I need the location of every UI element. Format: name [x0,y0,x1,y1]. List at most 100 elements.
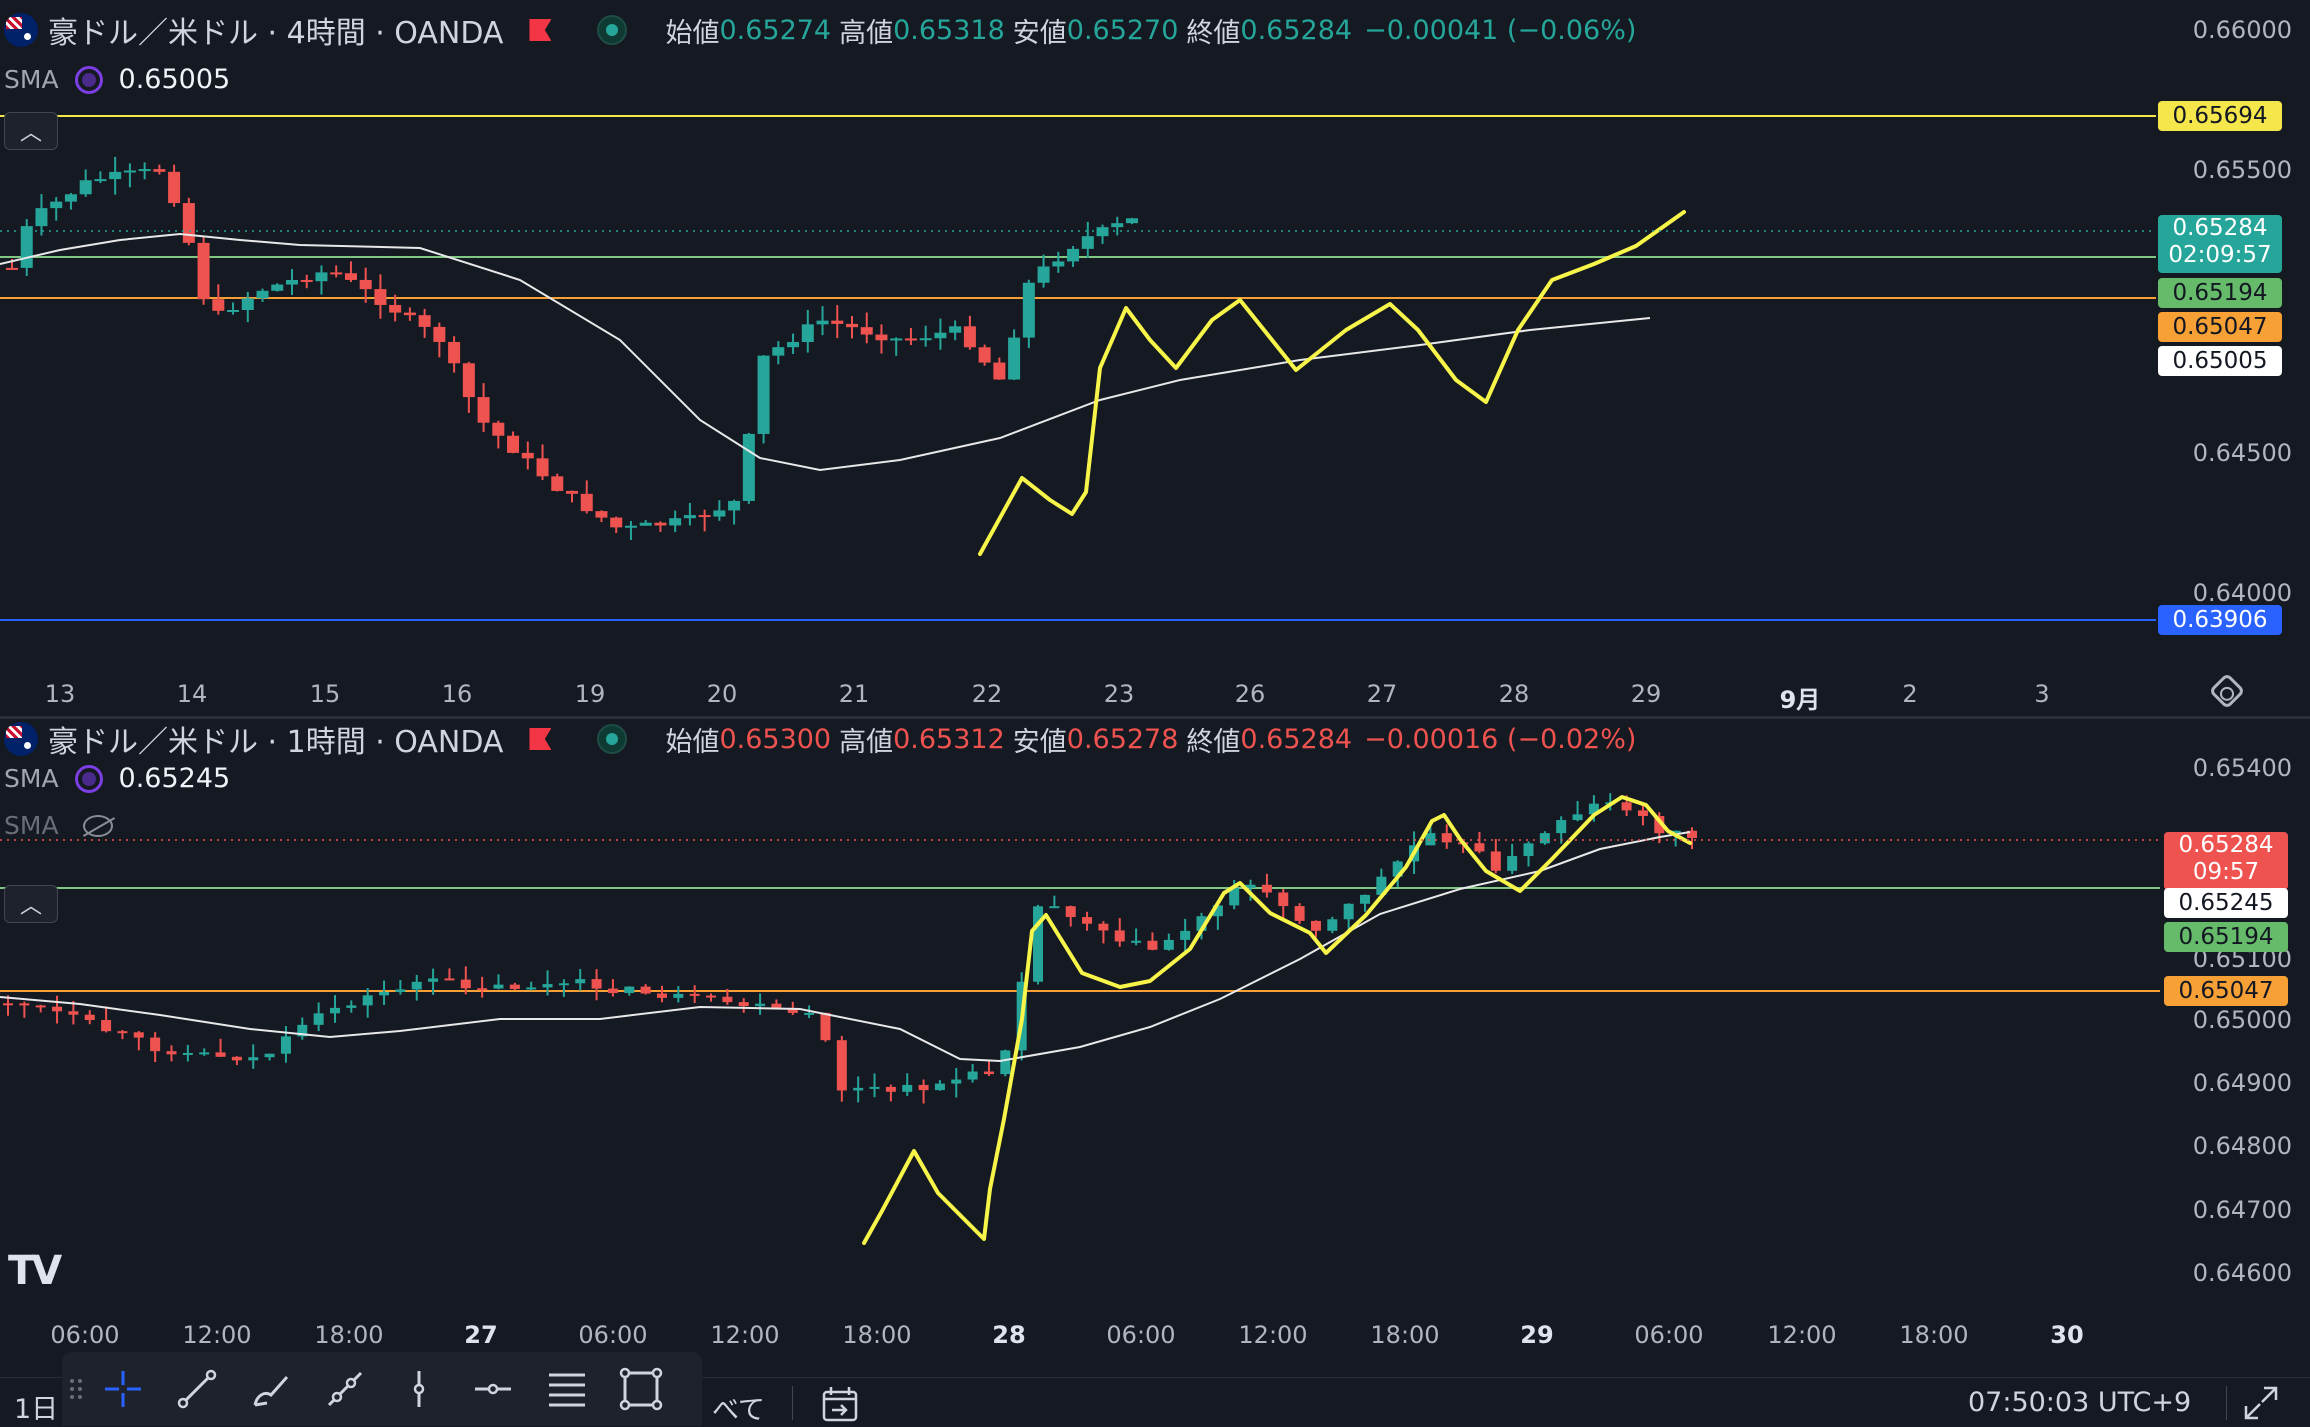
market-status-icon[interactable] [597,724,628,754]
candle-body [993,362,1006,380]
candle-body [1111,223,1124,228]
candle-body [918,1084,929,1091]
time-axis-label: 27 [1366,680,1398,708]
time-axis-label: 28 [1498,680,1530,708]
candle-body [669,518,682,526]
candle-body [853,1087,864,1091]
time-axis-label: 18:00 [1899,1321,1969,1349]
time-axis-label: 18:00 [1370,1321,1440,1349]
vertical-line-icon[interactable] [392,1362,446,1416]
sma-label: SMA [4,811,59,840]
candle-body [35,208,48,227]
sma-indicator-legend[interactable]: SMA 0.65245 [4,763,230,794]
brush-icon[interactable] [244,1362,298,1416]
crosshair-icon[interactable] [96,1362,150,1416]
candle-body [359,279,372,290]
candle-body [742,433,755,501]
price-axis-label: 0.64000 [2192,579,2292,607]
interval-button[interactable]: 1日 [14,1387,58,1426]
candle-body [983,1071,994,1075]
candle-body [315,272,328,282]
time-axis-label: 9月 [1779,686,1821,714]
eye-hidden-icon[interactable] [82,814,113,837]
candle-body [963,326,976,348]
all-range-button[interactable]: べて [712,1388,765,1427]
candle-body [35,1005,46,1008]
sma-value: 0.65005 [118,64,231,95]
last-price-value: 0.65284 [2172,215,2268,241]
price-tag-green-line: 0.65194 [2158,278,2282,308]
candle-body [117,1031,128,1034]
fullscreen-icon[interactable] [2242,1384,2280,1422]
candle-body [68,1011,79,1015]
candle-body [869,1086,880,1089]
flag-marker-icon[interactable] [529,19,552,41]
time-axis-label: 12:00 [1767,1321,1837,1349]
sma-indicator-legend[interactable]: SMA 0.65005 [4,64,230,95]
chart-canvas-1h[interactable] [0,719,2310,1377]
candle-body [330,272,343,275]
candle-body [580,493,593,512]
clock-timezone[interactable]: 07:50:03 UTC+9 [1968,1387,2191,1418]
tradingview-logo[interactable]: TV [8,1248,62,1294]
candle-body [1131,940,1142,943]
candle-body [526,987,537,990]
candle-body [344,273,357,280]
time-axis-label: 06:00 [1106,1321,1176,1349]
candle-body [101,1020,112,1032]
price-tag-orange-line: 0.65047 [2164,976,2288,1006]
open-value: 0.65300 [719,723,832,755]
symbol-title[interactable]: 豪ドル／米ドル · 1時間 · OANDA [48,717,503,761]
candle-body [460,979,471,989]
open-label: 始値 [665,17,720,49]
candle-body [639,522,652,526]
ray-icon[interactable] [318,1362,372,1416]
rectangle-icon[interactable] [614,1362,668,1416]
time-axis-label: 21 [838,680,870,708]
chart-canvas-4h[interactable] [0,0,2310,716]
candle-body [509,984,520,990]
drawing-toolbar[interactable] [62,1352,702,1426]
candle-body [166,1051,177,1055]
collapse-legend-button[interactable]: ︿ [4,885,58,923]
time-axis-label: 12:00 [710,1321,780,1349]
fib-icon[interactable] [540,1362,594,1416]
candle-body [757,355,770,434]
candle-body [536,458,549,477]
symbol-title[interactable]: 豪ドル／米ドル · 4時間 · OANDA [48,8,503,52]
candle-body [1098,923,1109,931]
candle-body [1310,920,1321,931]
chart-pane-1h[interactable]: 豪ドル／米ドル · 1時間 · OANDA 始値 0.65300 高値 0.6531… [0,719,2310,1377]
candle-body [84,1014,95,1021]
candle-body [949,326,962,333]
time-axis-label: 13 [44,680,76,708]
candle-body [52,1006,63,1012]
sma-hidden-legend[interactable]: SMA [4,811,113,840]
candle-body [199,1052,210,1055]
chart-pane-4h[interactable]: 豪ドル／米ドル · 4時間 · OANDA 始値 0.65274 高値 0.6531… [0,0,2310,719]
high-label: 高値 [839,17,894,49]
candle-body [885,1086,896,1092]
market-status-icon[interactable] [597,15,628,45]
candle-body [875,334,888,341]
candle-body [951,1079,962,1084]
drag-handle-icon[interactable] [70,1369,86,1409]
candle-body [728,500,741,511]
candle-body [150,1037,161,1052]
candle-body [241,298,254,311]
candle-body [689,993,700,996]
price-tag-yellow-line: 0.65694 [2158,101,2282,131]
change-value: −0.00041 (−0.06%) [1364,14,1637,46]
date-range-icon[interactable] [820,1384,860,1424]
candle-body [542,984,553,988]
time-axis-label: 20 [706,680,738,708]
horizontal-line-icon[interactable] [466,1362,520,1416]
sma-line [0,831,1691,1063]
flag-marker-icon[interactable] [529,728,552,750]
trend-line-icon[interactable] [170,1362,224,1416]
collapse-legend-button[interactable]: ︿ [4,112,58,150]
candle-body [212,299,225,311]
change-value: −0.00016 (−0.02%) [1364,723,1637,755]
open-label: 始値 [665,726,720,758]
candle-body [138,169,151,172]
